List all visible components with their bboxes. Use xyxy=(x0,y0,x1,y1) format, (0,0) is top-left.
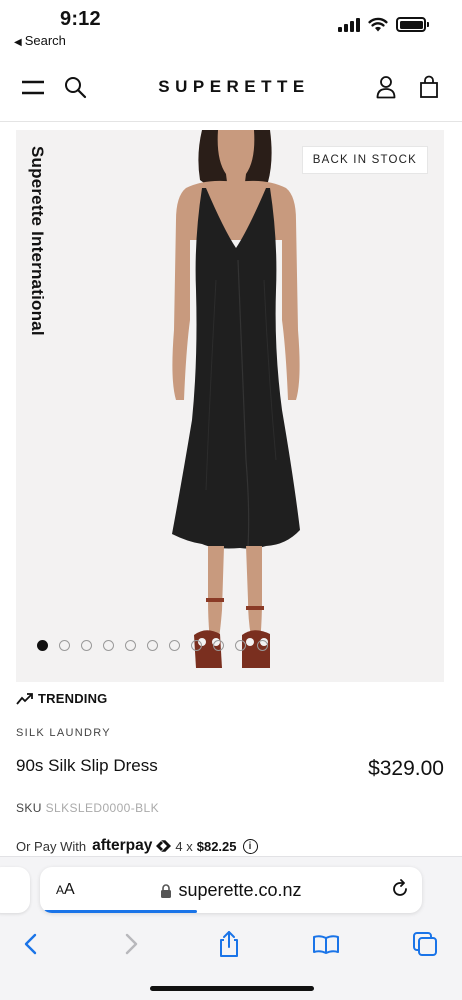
afterpay-logo: afterpay xyxy=(92,837,172,855)
bag-icon xyxy=(420,75,438,98)
wifi-icon xyxy=(368,17,388,32)
signal-icon xyxy=(338,17,360,32)
afterpay-arrows-icon xyxy=(156,840,172,852)
status-bar: 9:12 ◀ Search xyxy=(0,0,462,52)
product-image-carousel[interactable]: Superette International BACK IN STOCK xyxy=(16,130,444,682)
carousel-dot[interactable] xyxy=(81,640,92,651)
reload-icon xyxy=(393,879,407,896)
reload-button[interactable] xyxy=(390,879,410,904)
page-load-progress xyxy=(44,910,197,913)
carousel-dot[interactable] xyxy=(169,640,180,651)
brand-link[interactable]: SILK LAUNDRY xyxy=(16,727,111,739)
share-icon xyxy=(220,931,238,957)
carousel-dot[interactable] xyxy=(235,640,246,651)
browser-forward-button[interactable] xyxy=(116,929,146,959)
url-display[interactable]: superette.co.nz xyxy=(40,880,422,901)
carousel-dot[interactable] xyxy=(191,640,202,651)
afterpay-info: Or Pay With afterpay 4 x $82.25 i xyxy=(16,837,258,855)
account-button[interactable] xyxy=(371,72,401,102)
browser-toolbar xyxy=(0,929,462,961)
url-text: superette.co.nz xyxy=(178,880,302,900)
carousel-dot[interactable] xyxy=(59,640,70,651)
afterpay-logo-text: afterpay xyxy=(92,837,153,854)
afterpay-installments: 4 x xyxy=(175,838,193,854)
share-button[interactable] xyxy=(214,929,244,959)
back-to-search-link[interactable]: ◀ Search xyxy=(14,33,66,48)
previous-tab-preview[interactable] xyxy=(0,867,30,913)
sku-value: SLKSLED0000-BLK xyxy=(45,801,160,815)
forward-icon xyxy=(125,933,138,955)
back-to-search-label: Search xyxy=(24,33,66,48)
trending-text: TRENDING xyxy=(38,691,108,706)
carousel-dots xyxy=(37,640,268,651)
sku: SKU SLKSLED0000-BLK xyxy=(16,801,159,815)
account-icon xyxy=(376,76,396,99)
address-bar[interactable]: AA superette.co.nz xyxy=(40,867,422,913)
carousel-dot[interactable] xyxy=(147,640,158,651)
bookmarks-button[interactable] xyxy=(311,929,341,959)
back-in-stock-badge: BACK IN STOCK xyxy=(301,146,428,174)
tabs-icon xyxy=(413,932,437,956)
sku-label: SKU xyxy=(16,801,42,815)
product-price: $329.00 xyxy=(368,757,444,780)
carousel-dot[interactable] xyxy=(213,640,224,651)
tabs-button[interactable] xyxy=(410,929,440,959)
info-icon[interactable]: i xyxy=(242,838,258,854)
trending-arrow-icon xyxy=(16,692,33,705)
home-indicator xyxy=(150,986,314,991)
site-header: SUPERETTE xyxy=(0,52,462,122)
afterpay-prefix: Or Pay With xyxy=(16,838,87,854)
browser-bottom-bar: AA superette.co.nz xyxy=(0,856,462,1000)
back-icon xyxy=(24,933,37,955)
battery-icon xyxy=(396,17,429,32)
bookmarks-icon xyxy=(313,935,339,954)
carousel-dot[interactable] xyxy=(257,640,268,651)
carousel-dot[interactable] xyxy=(37,640,48,651)
afterpay-amount: $82.25 xyxy=(196,838,237,854)
back-triangle-icon: ◀ xyxy=(14,37,22,48)
carousel-dot[interactable] xyxy=(125,640,136,651)
bag-button[interactable] xyxy=(414,72,444,102)
carousel-dot[interactable] xyxy=(103,640,114,651)
product-photo xyxy=(172,130,300,668)
lock-icon xyxy=(161,884,172,898)
status-time: 9:12 xyxy=(60,8,101,30)
brand-vertical-text: Superette International xyxy=(28,146,47,336)
trending-label: TRENDING xyxy=(16,691,108,706)
product-name: 90s Silk Slip Dress xyxy=(16,756,158,775)
browser-back-button[interactable] xyxy=(16,929,46,959)
status-icons xyxy=(338,17,429,32)
